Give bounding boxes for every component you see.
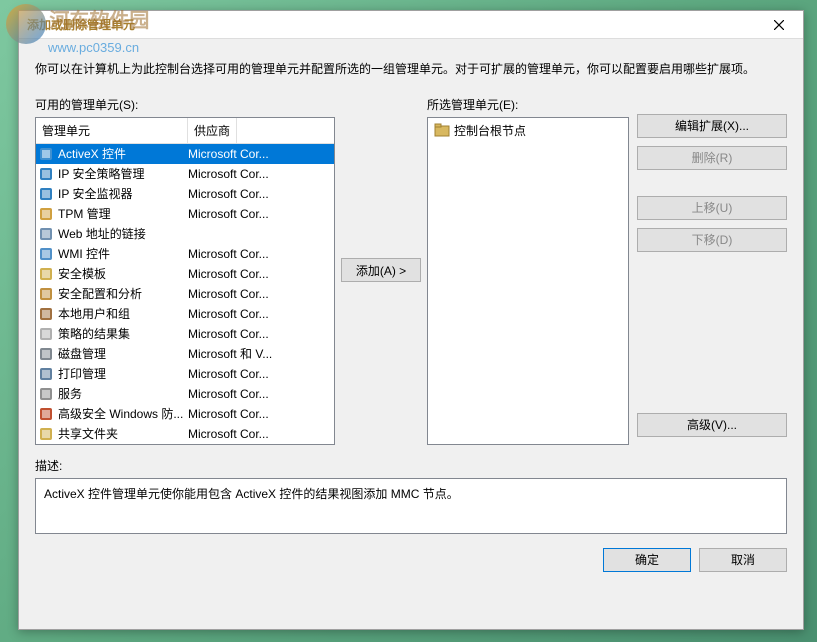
firewall-icon bbox=[38, 406, 54, 422]
snapin-vendor: Microsoft Cor... bbox=[188, 287, 332, 301]
services-icon bbox=[38, 386, 54, 402]
snapin-name: IP 安全监视器 bbox=[58, 185, 132, 202]
edit-extensions-button[interactable]: 编辑扩展(X)... bbox=[637, 114, 787, 138]
folder-icon bbox=[434, 122, 450, 138]
dialog-content: 你可以在计算机上为此控制台选择可用的管理单元并配置所选的一组管理单元。对于可扩展… bbox=[19, 39, 803, 629]
snapin-vendor: Microsoft Cor... bbox=[188, 167, 332, 181]
description-box: ActiveX 控件管理单元使你能用包含 ActiveX 控件的结果视图添加 M… bbox=[35, 478, 787, 534]
snapin-name: 磁盘管理 bbox=[58, 345, 106, 362]
remove-button[interactable]: 删除(R) bbox=[637, 146, 787, 170]
snapin-vendor: Microsoft Cor... bbox=[188, 407, 332, 421]
available-listbox[interactable]: 管理单元 供应商 ActiveX 控件Microsoft Cor...IP 安全… bbox=[35, 117, 335, 445]
list-item[interactable]: 服务 Microsoft Cor... bbox=[36, 384, 334, 404]
list-item[interactable]: IP 安全监视器 Microsoft Cor... bbox=[36, 184, 334, 204]
snapin-vendor: Microsoft Cor... bbox=[188, 327, 332, 341]
available-column: 可用的管理单元(S): 管理单元 供应商 ActiveX 控件 Microsoft… bbox=[35, 96, 335, 445]
selected-root-item[interactable]: 控制台根节点 bbox=[430, 120, 626, 141]
snapin-vendor: Microsoft Cor... bbox=[188, 207, 332, 221]
available-list-body[interactable]: ActiveX 控件 Microsoft Cor... IP 安全策略管理 Micro… bbox=[36, 144, 334, 445]
snapin-vendor: Microsoft Cor... bbox=[188, 367, 332, 381]
snapin-vendor: Microsoft Cor... bbox=[188, 187, 332, 201]
list-item[interactable]: 安全模板 Microsoft Cor... bbox=[36, 264, 334, 284]
main-row: 可用的管理单元(S): 管理单元 供应商 ActiveX 控件 Microsoft… bbox=[35, 96, 787, 445]
snapin-name: Web 地址的链接 bbox=[58, 225, 146, 242]
advanced-button[interactable]: 高级(V)... bbox=[637, 413, 787, 437]
list-item[interactable]: ActiveX 控件 Microsoft Cor... bbox=[36, 144, 334, 164]
tpm-icon bbox=[38, 206, 54, 222]
snapin-vendor: Microsoft Cor... bbox=[188, 387, 332, 401]
cancel-button[interactable]: 取消 bbox=[699, 548, 787, 572]
list-item[interactable]: 策略的结果集 Microsoft Cor... bbox=[36, 324, 334, 344]
snapin-name: 共享文件夹 bbox=[58, 425, 118, 442]
snapin-name: 高级安全 Windows 防... bbox=[58, 405, 183, 422]
snapin-name: 打印管理 bbox=[58, 365, 106, 382]
dialog-footer: 确定 取消 bbox=[35, 548, 787, 572]
wmi-icon bbox=[38, 246, 54, 262]
titlebar: 添加或删除管理单元 bbox=[19, 11, 803, 39]
list-item[interactable]: TPM 管理 Microsoft Cor... bbox=[36, 204, 334, 224]
col-snapin-header[interactable]: 管理单元 bbox=[36, 118, 188, 143]
dialog-window: 添加或删除管理单元 你可以在计算机上为此控制台选择可用的管理单元并配置所选的一组… bbox=[18, 10, 804, 630]
web-icon bbox=[38, 226, 54, 242]
activex-icon bbox=[38, 146, 54, 162]
snapin-vendor: Microsoft Cor... bbox=[188, 307, 332, 321]
snapin-name: IP 安全策略管理 bbox=[58, 165, 144, 182]
snapin-name: ActiveX 控件 bbox=[58, 145, 126, 162]
list-item[interactable]: 共享文件夹 Microsoft Cor... bbox=[36, 424, 334, 444]
snapin-name: 安全模板 bbox=[58, 265, 106, 282]
selected-root-label: 控制台根节点 bbox=[454, 122, 526, 139]
list-item[interactable]: 高级安全 Windows 防... Microsoft Cor... bbox=[36, 404, 334, 424]
list-item[interactable]: 本地用户和组 Microsoft Cor... bbox=[36, 304, 334, 324]
snapin-name: 策略的结果集 bbox=[58, 325, 130, 342]
snapin-name: TPM 管理 bbox=[58, 205, 111, 222]
available-header: 管理单元 供应商 bbox=[36, 118, 334, 144]
snapin-vendor: Microsoft Cor... bbox=[188, 247, 332, 261]
template-icon bbox=[38, 266, 54, 282]
close-icon bbox=[774, 20, 784, 30]
col-vendor-header[interactable]: 供应商 bbox=[188, 118, 237, 143]
middle-column: 添加(A) > bbox=[335, 96, 427, 445]
snapin-name: 安全配置和分析 bbox=[58, 285, 142, 302]
list-item[interactable]: 磁盘管理 Microsoft 和 V... bbox=[36, 344, 334, 364]
add-button[interactable]: 添加(A) > bbox=[341, 258, 421, 282]
list-item[interactable]: 安全配置和分析 Microsoft Cor... bbox=[36, 284, 334, 304]
selected-label: 所选管理单元(E): bbox=[427, 96, 629, 113]
list-item[interactable]: IP 安全策略管理 Microsoft Cor... bbox=[36, 164, 334, 184]
secconfig-icon bbox=[38, 286, 54, 302]
snapin-name: WMI 控件 bbox=[58, 245, 110, 262]
action-buttons-column: 编辑扩展(X)... 删除(R) 上移(U) 下移(D) 高级(V)... bbox=[637, 96, 787, 445]
move-up-button[interactable]: 上移(U) bbox=[637, 196, 787, 220]
selected-listbox[interactable]: 控制台根节点 bbox=[427, 117, 629, 445]
available-label: 可用的管理单元(S): bbox=[35, 96, 335, 113]
snapin-vendor: Microsoft Cor... bbox=[188, 427, 332, 441]
snapin-name: 服务 bbox=[58, 385, 82, 402]
selected-column: 所选管理单元(E): 控制台根节点 bbox=[427, 96, 629, 445]
ok-button[interactable]: 确定 bbox=[603, 548, 691, 572]
move-down-button[interactable]: 下移(D) bbox=[637, 228, 787, 252]
print-icon bbox=[38, 366, 54, 382]
list-item[interactable]: WMI 控件 Microsoft Cor... bbox=[36, 244, 334, 264]
share-icon bbox=[38, 426, 54, 442]
instruction-text: 你可以在计算机上为此控制台选择可用的管理单元并配置所选的一组管理单元。对于可扩展… bbox=[35, 61, 787, 78]
disk-icon bbox=[38, 346, 54, 362]
list-item[interactable]: 打印管理 Microsoft Cor... bbox=[36, 364, 334, 384]
close-button[interactable] bbox=[757, 12, 801, 38]
snapin-vendor: Microsoft Cor... bbox=[188, 267, 332, 281]
globe-icon bbox=[38, 186, 54, 202]
description-label: 描述: bbox=[35, 457, 787, 474]
users-icon bbox=[38, 306, 54, 322]
list-item[interactable]: Web 地址的链接 bbox=[36, 224, 334, 244]
globe-icon bbox=[38, 166, 54, 182]
snapin-vendor: Microsoft Cor... bbox=[188, 147, 332, 161]
snapin-name: 本地用户和组 bbox=[58, 305, 130, 322]
window-title: 添加或删除管理单元 bbox=[27, 16, 757, 33]
snapin-vendor: Microsoft 和 V... bbox=[188, 345, 332, 362]
policy-icon bbox=[38, 326, 54, 342]
